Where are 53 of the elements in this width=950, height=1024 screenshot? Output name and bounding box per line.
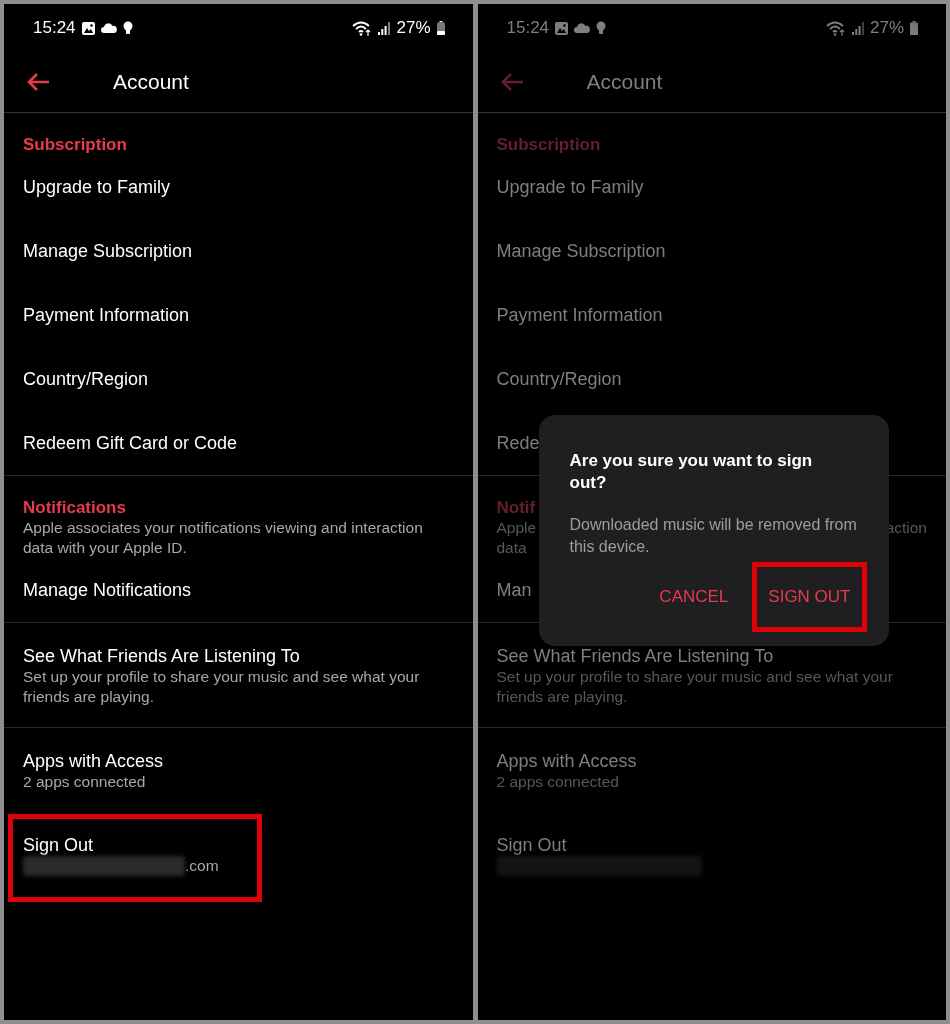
status-time: 15:24 — [506, 18, 550, 38]
section-heading: Notif — [496, 498, 536, 518]
signal-icon — [851, 21, 864, 35]
item-detail: .com — [185, 856, 219, 876]
menu-item[interactable]: Upgrade to Family — [496, 176, 644, 198]
menu-item[interactable]: Payment Information — [23, 304, 190, 326]
back-arrow-icon[interactable] — [26, 72, 50, 92]
menu-item[interactable]: Country/Region — [23, 368, 149, 390]
menu-item[interactable]: Payment Information — [496, 304, 663, 326]
signal-icon — [378, 21, 391, 35]
menu-item[interactable]: Rede — [496, 432, 540, 454]
screen-title: Account — [113, 70, 189, 94]
menu-item[interactable]: Manage Subscription — [496, 240, 666, 262]
battery-icon — [436, 21, 445, 35]
menu-item[interactable]: Country/Region — [496, 368, 622, 390]
description-fragment: data — [496, 538, 527, 558]
menu-item[interactable]: Sign Out — [23, 834, 94, 856]
picture-icon — [81, 21, 95, 35]
item-detail: Set up your profile to share your music and see what your friends are playing. — [496, 667, 894, 707]
menu-item[interactable]: Apps with Access — [496, 750, 637, 772]
menu-item[interactable]: Sign Out — [496, 834, 567, 856]
item-detail: 2 apps connected — [23, 772, 147, 792]
battery-percentage: 27% — [869, 18, 904, 38]
dialog-message: Downloaded music will be removed from this device. — [569, 515, 858, 557]
dialog-button[interactable]: SIGN OUT — [752, 562, 867, 632]
wifi-icon — [352, 20, 373, 36]
section-heading: Notifications — [23, 498, 126, 518]
menu-item[interactable]: Redeem Gift Card or Code — [23, 432, 238, 454]
menu-item[interactable]: Manage Notifications — [23, 579, 192, 601]
dialog-title: Are you sure you want to sign out? — [569, 450, 814, 494]
menu-item[interactable]: See What Friends Are Listening To — [496, 645, 774, 667]
cloud-icon — [100, 23, 117, 33]
menu-item[interactable]: Man — [496, 579, 532, 601]
battery-percentage: 27% — [396, 18, 431, 38]
section-heading: Subscription — [496, 135, 601, 155]
lightbulb-icon — [122, 21, 133, 35]
menu-item[interactable]: Manage Subscription — [23, 240, 193, 262]
lightbulb-icon — [596, 21, 607, 35]
menu-item[interactable]: Upgrade to Family — [23, 176, 171, 198]
menu-item[interactable]: Apps with Access — [23, 750, 164, 772]
picture-icon — [555, 21, 569, 35]
status-time: 15:24 — [33, 18, 76, 38]
menu-item[interactable]: See What Friends Are Listening To — [23, 645, 300, 667]
item-detail: 2 apps connected — [496, 772, 620, 792]
battery-icon — [910, 21, 918, 35]
section-heading: Subscription — [23, 135, 127, 155]
screen-title: Account — [586, 70, 663, 94]
wifi-icon — [825, 20, 846, 36]
dialog-button[interactable]: CANCEL — [643, 562, 745, 632]
description-fragment: Apple — [496, 518, 537, 538]
item-detail: Set up your profile to share your music and see what your friends are playing. — [23, 667, 421, 707]
cloud-icon — [574, 23, 591, 33]
section-description: Apple associates your notifications viewing and interaction data with your Apple ID. — [22, 518, 424, 558]
